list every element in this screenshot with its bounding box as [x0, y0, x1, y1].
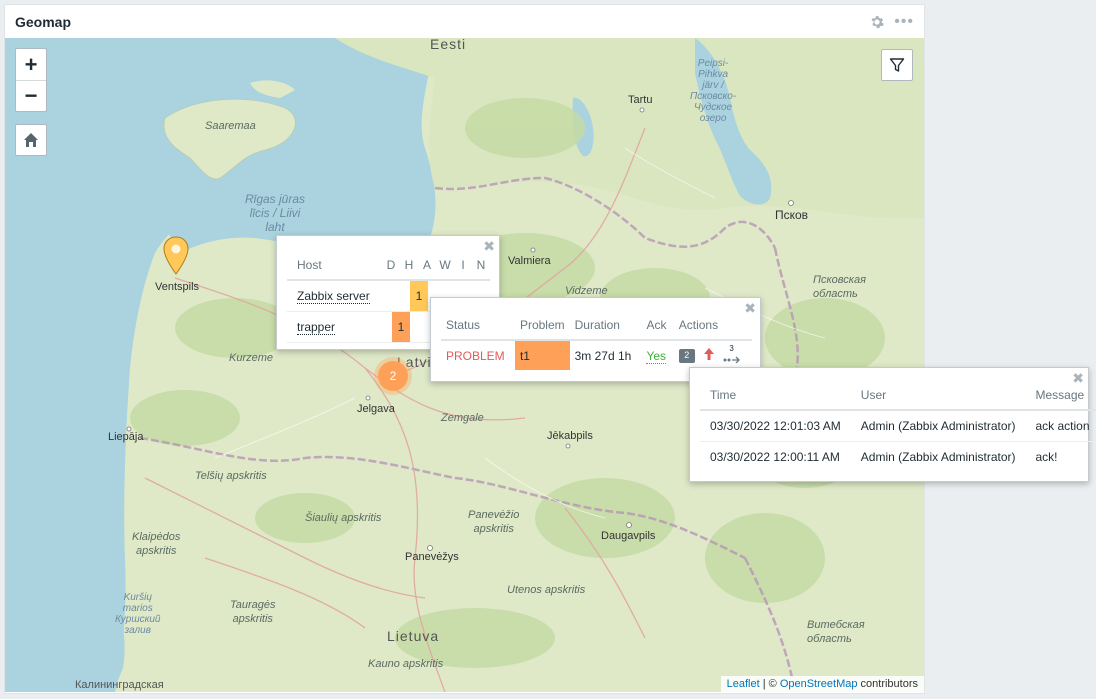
label-panevezys: Panevėžys	[405, 551, 459, 563]
col-d: D	[386, 257, 396, 272]
acknowledge-popup: ✖ Time User Message 03/30/2022 12:01:03 …	[689, 367, 1096, 482]
ack-user: Admin (Zabbix Administrator)	[850, 410, 1026, 442]
zoom-out-button[interactable]: −	[16, 80, 46, 111]
col-user: User	[850, 380, 1026, 411]
actions-count: 3	[729, 343, 734, 353]
host-link-zabbix-server[interactable]: Zabbix server	[297, 289, 370, 304]
label-eesti: Eesti	[430, 38, 467, 52]
map-attribution: Leaflet | © OpenStreetMap contributors	[720, 676, 924, 692]
actions-icon[interactable]: 3	[723, 344, 741, 363]
label-utenos: Utenos apskritis	[507, 584, 586, 596]
ack-table: Time User Message 03/30/2022 12:01:03 AM…	[700, 380, 1096, 472]
message-count: 2	[684, 349, 690, 360]
problem-duration: 3m 27d 1h	[574, 348, 632, 363]
osm-link[interactable]: OpenStreetMap	[780, 678, 858, 690]
table-row: PROBLEM t1 3m 27d 1h Yes 2 3	[441, 340, 752, 370]
more-icon[interactable]: •••	[894, 13, 914, 30]
label-kursiu: Kuršių marios Куршский залив	[115, 592, 161, 636]
message-icon[interactable]: 2	[678, 348, 695, 363]
attribution-suffix: contributors	[857, 678, 918, 690]
ack-link[interactable]: Yes	[646, 348, 667, 364]
col-actions: Actions	[673, 310, 752, 341]
ack-time: 03/30/2022 12:00:11 AM	[710, 449, 840, 464]
col-i: I	[461, 257, 465, 272]
label-pskov: Псков	[775, 208, 809, 222]
label-saaremaa: Saaremaa	[205, 120, 256, 132]
label-telsiu: Telšių apskritis	[195, 470, 267, 482]
label-tartu: Tartu	[628, 94, 653, 106]
widget-title: Geomap	[15, 13, 72, 30]
leaflet-link[interactable]: Leaflet	[727, 678, 760, 690]
severity-up-icon[interactable]	[704, 348, 715, 363]
col-a: A	[422, 257, 431, 272]
col-w: W	[439, 257, 451, 272]
label-riga-gulf: Rīgas jūras līcis / Liivi laht	[245, 192, 306, 234]
header-icons: •••	[870, 13, 914, 30]
home-icon	[24, 133, 38, 147]
filter-button[interactable]	[881, 49, 913, 81]
warning-count[interactable]: 1	[410, 281, 428, 311]
gear-icon[interactable]	[870, 15, 885, 29]
col-duration: Duration	[569, 310, 642, 341]
label-pskov-oblast: Псковская область	[813, 274, 866, 300]
severity-headers: DHAWIN	[376, 250, 490, 281]
ack-message: ack!	[1035, 449, 1058, 464]
col-h: H	[404, 257, 414, 272]
problem-table: Status Problem Duration Ack Actions PROB…	[441, 310, 752, 370]
col-ack: Ack	[641, 310, 674, 341]
label-siauliu: Šiaulių apskritis	[305, 512, 382, 524]
col-status: Status	[441, 310, 515, 341]
label-zemgale: Zemgale	[441, 412, 484, 424]
label-klaipedos: Klaipėdos apskritis	[132, 531, 181, 557]
label-vitebsk: Витебская область	[807, 619, 865, 645]
col-time: Time	[700, 380, 851, 411]
cluster-count: 2	[389, 369, 397, 383]
ack-user: Admin (Zabbix Administrator)	[860, 449, 1016, 464]
col-host: Host	[287, 250, 376, 281]
col-n: N	[476, 257, 486, 272]
home-button[interactable]	[15, 124, 47, 156]
table-row: 03/30/2022 12:00:11 AM Admin (Zabbix Adm…	[700, 441, 1096, 472]
zoom-in-button[interactable]: +	[16, 49, 46, 80]
label-ventspils: Ventspils	[155, 281, 200, 293]
label-peipsi: Peipsi- Pihkva järv / Псковско- Чудское …	[690, 58, 737, 124]
label-valmiera: Valmiera	[508, 255, 551, 267]
label-jelgava: Jelgava	[357, 403, 395, 415]
label-kurzeme: Kurzeme	[229, 352, 274, 364]
label-kaliningrad: Калининградская	[75, 679, 164, 691]
widget-header: Geomap •••	[5, 5, 924, 38]
attribution-sep: | ©	[759, 678, 780, 690]
zoom-control: + −	[15, 48, 47, 112]
cluster-marker[interactable]: 2	[378, 361, 408, 391]
host-marker-icon[interactable]	[163, 236, 189, 276]
filter-icon	[889, 58, 905, 72]
table-row: 03/30/2022 12:01:03 AM Admin (Zabbix Adm…	[700, 410, 1096, 442]
col-message: Message	[1025, 380, 1096, 411]
label-liepaja: Liepāja	[108, 431, 144, 443]
label-jekabpils: Jēkabpils	[547, 430, 593, 442]
label-lietuva: Lietuva	[387, 628, 440, 644]
label-kauno: Kauno apskritis	[368, 658, 444, 670]
average-count[interactable]: 1	[392, 312, 410, 342]
label-taurages: Tauragės apskritis	[230, 599, 276, 625]
ack-time: 03/30/2022 12:01:03 AM	[700, 410, 851, 442]
ack-message: ack action	[1025, 410, 1096, 442]
label-vidzeme: Vidzeme	[565, 285, 608, 297]
problem-status: PROBLEM	[446, 348, 505, 363]
problem-name[interactable]: t1	[520, 349, 530, 363]
label-daugavpils: Daugavpils	[601, 530, 656, 542]
col-problem: Problem	[514, 310, 570, 341]
host-link-trapper[interactable]: trapper	[297, 320, 336, 335]
label-panevezio: Panevėžio apskritis	[468, 509, 520, 535]
